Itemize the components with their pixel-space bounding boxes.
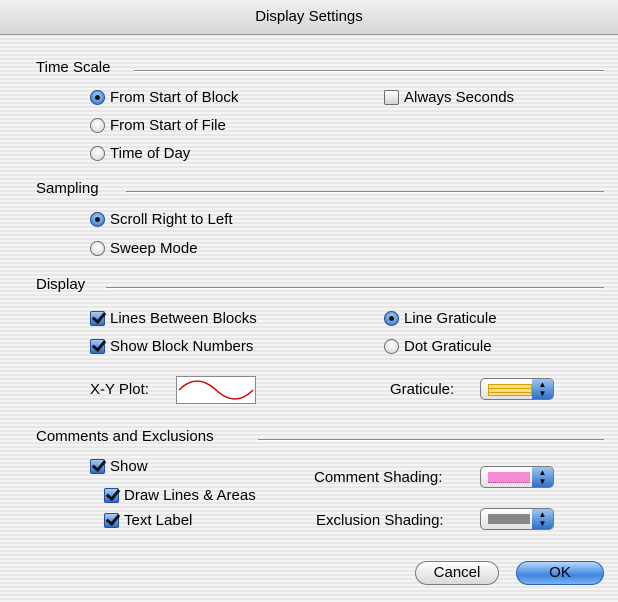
checkbox[interactable] — [90, 311, 105, 326]
exclusion-shading-popup[interactable]: ▲ ▼ — [480, 508, 554, 530]
checkbox[interactable] — [90, 339, 105, 354]
radio-label: From Start of Block — [110, 89, 239, 106]
popup-arrows-icon: ▲ ▼ — [532, 379, 553, 399]
time-scale-divider — [134, 70, 604, 72]
graticule-color-swatch — [488, 384, 532, 396]
checkbox[interactable] — [104, 488, 119, 503]
comments-divider — [258, 439, 604, 441]
graticule-color-popup[interactable]: ▲ ▼ — [480, 378, 554, 400]
radio-button[interactable] — [90, 118, 105, 133]
radio-button[interactable] — [90, 212, 105, 227]
radio-line-graticule[interactable]: Line Graticule — [384, 310, 497, 327]
radio-button[interactable] — [90, 90, 105, 105]
checkbox-label: Show — [110, 458, 148, 475]
xy-plot-preview[interactable] — [176, 376, 256, 404]
radio-label: Dot Graticule — [404, 338, 492, 355]
radio-button[interactable] — [90, 146, 105, 161]
comment-shading-label: Comment Shading: — [314, 469, 443, 486]
lines-between-blocks-checkbox[interactable]: Lines Between Blocks — [90, 310, 257, 327]
display-label: Display — [36, 276, 86, 293]
checkbox[interactable] — [90, 459, 105, 474]
radio-label: Time of Day — [110, 145, 191, 162]
comment-shading-swatch — [488, 472, 530, 483]
radio-label: Line Graticule — [404, 310, 497, 327]
exclusion-shading-swatch — [488, 514, 530, 524]
radio-from-start-of-file[interactable]: From Start of File — [90, 117, 226, 134]
graticule-label: Graticule: — [390, 381, 455, 398]
checkbox-label: Draw Lines & Areas — [124, 487, 256, 504]
cancel-button[interactable]: Cancel — [415, 561, 499, 585]
radio-time-of-day[interactable]: Time of Day — [90, 145, 190, 162]
show-block-numbers-checkbox[interactable]: Show Block Numbers — [90, 338, 253, 355]
radio-button[interactable] — [384, 311, 399, 326]
checkbox-label: Text Label — [124, 512, 193, 529]
popup-arrows-icon: ▲ ▼ — [532, 509, 553, 529]
radio-label: Sweep Mode — [110, 240, 198, 257]
always-seconds-checkbox[interactable]: Always Seconds — [384, 89, 514, 106]
radio-button[interactable] — [90, 241, 105, 256]
sampling-divider — [126, 191, 604, 193]
ok-button[interactable]: OK — [516, 561, 604, 585]
text-label-checkbox[interactable]: Text Label — [104, 512, 192, 529]
checkbox-label: Always Seconds — [404, 89, 515, 106]
sampling-label: Sampling — [36, 180, 99, 197]
radio-label: Scroll Right to Left — [110, 211, 233, 228]
radio-button[interactable] — [384, 339, 399, 354]
radio-sweep-mode[interactable]: Sweep Mode — [90, 240, 198, 257]
checkbox[interactable] — [384, 90, 399, 105]
popup-arrows-icon: ▲ ▼ — [532, 467, 553, 487]
checkbox[interactable] — [104, 513, 119, 528]
xy-plot-label: X-Y Plot: — [90, 381, 149, 398]
radio-from-start-of-block[interactable]: From Start of Block — [90, 89, 238, 106]
display-divider — [106, 287, 604, 289]
sine-wave-icon — [178, 380, 254, 400]
window-title: Display Settings — [0, 0, 618, 35]
radio-scroll-right-to-left[interactable]: Scroll Right to Left — [90, 211, 233, 228]
exclusion-shading-label: Exclusion Shading: — [316, 512, 444, 529]
radio-dot-graticule[interactable]: Dot Graticule — [384, 338, 492, 355]
checkbox-label: Lines Between Blocks — [110, 310, 257, 327]
radio-label: From Start of File — [110, 117, 226, 134]
checkbox-label: Show Block Numbers — [110, 338, 254, 355]
time-scale-label: Time Scale — [36, 59, 111, 76]
comments-exclusions-label: Comments and Exclusions — [36, 428, 214, 445]
show-comments-checkbox[interactable]: Show — [90, 458, 148, 475]
comment-shading-popup[interactable]: ▲ ▼ — [480, 466, 554, 488]
draw-lines-areas-checkbox[interactable]: Draw Lines & Areas — [104, 487, 256, 504]
